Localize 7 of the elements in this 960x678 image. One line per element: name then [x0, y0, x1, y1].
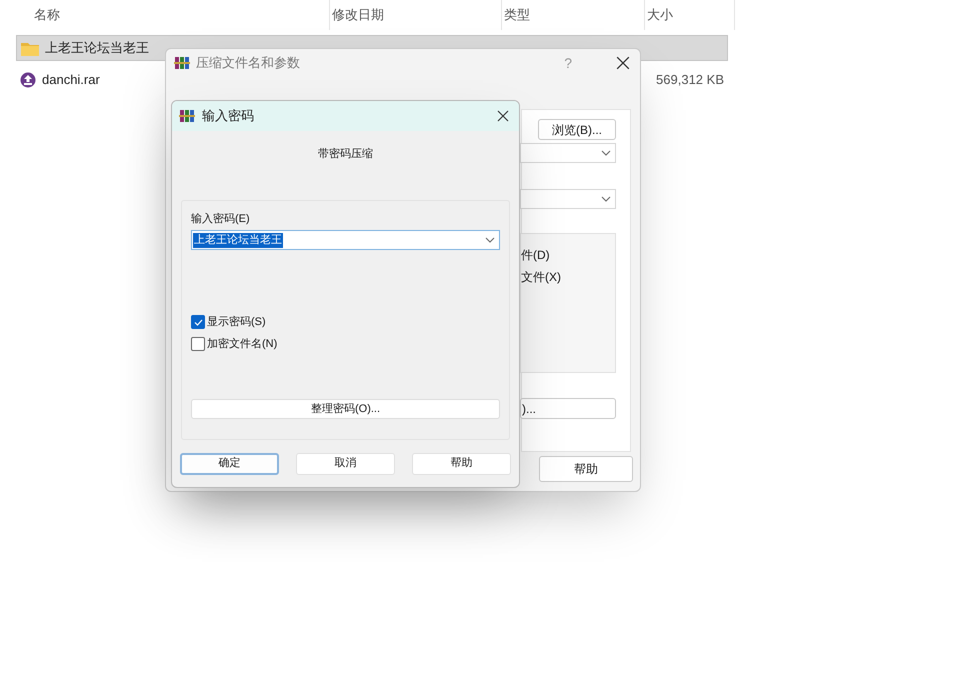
- window-title: 压缩文件名和参数: [196, 54, 300, 72]
- window-title: 输入密码: [202, 107, 254, 126]
- field-label: 输入密码(E): [191, 212, 250, 226]
- file-size: 569,312 KB: [656, 71, 724, 90]
- file-name: danchi.rar: [42, 71, 101, 90]
- file-name: 上老王论坛当老王: [45, 39, 150, 58]
- dialog-heading: 带密码压缩: [318, 146, 373, 162]
